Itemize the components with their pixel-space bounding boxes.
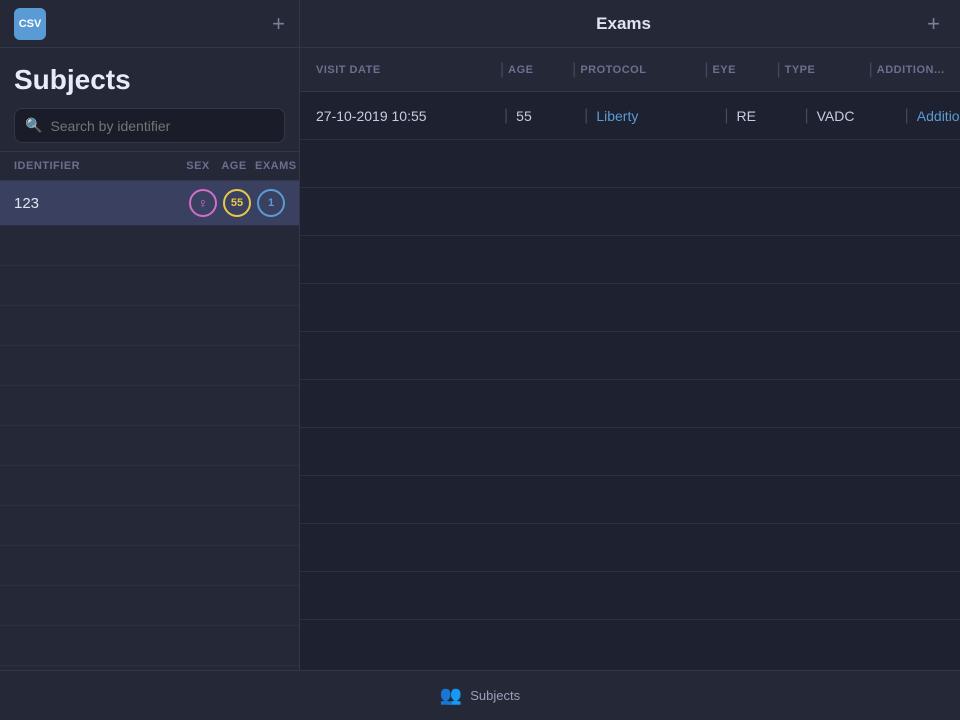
empty-exam-row	[300, 476, 960, 524]
cell-protocol: Liberty	[596, 108, 716, 124]
col-sex-header: SEX	[183, 160, 213, 172]
list-item[interactable]: 123 ♀ 55 1	[0, 181, 299, 226]
row-sep1: |	[504, 107, 508, 125]
row-sep5: |	[905, 107, 909, 125]
empty-row	[0, 506, 299, 546]
empty-row	[0, 386, 299, 426]
cell-type: VADC	[817, 108, 897, 124]
badge-age: 55	[223, 189, 251, 217]
table-row[interactable]: 27-10-2019 10:55 | 55 | Liberty | RE | V…	[300, 92, 960, 140]
col-exams-header: EXAMS	[255, 160, 285, 172]
empty-row	[0, 626, 299, 666]
search-icon: 🔍	[25, 117, 42, 134]
top-bar: CSV + Exams +	[0, 0, 960, 48]
subject-badges: ♀ 55 1	[189, 189, 285, 217]
sidebar-header: Subjects 🔍	[0, 48, 299, 151]
empty-exam-row	[300, 236, 960, 284]
cell-additional: Additional	[917, 108, 960, 124]
col-identifier-header: IDENTIFIER	[14, 160, 183, 172]
search-bar[interactable]: 🔍	[14, 108, 285, 143]
search-input[interactable]	[50, 118, 274, 134]
sidebar-table-header: IDENTIFIER SEX AGE EXAMS	[0, 151, 299, 181]
col-age-header: AGE	[219, 160, 249, 172]
empty-exam-row	[300, 524, 960, 572]
logo-icon: CSV	[14, 8, 46, 40]
sex-symbol: ♀	[198, 195, 209, 211]
empty-row	[0, 426, 299, 466]
col-badges-header: SEX AGE EXAMS	[183, 160, 285, 172]
exams-panel: VISIT DATE | AGE | PROTOCOL | EYE | TYPE…	[300, 48, 960, 670]
col-visit-date-header: VISIT DATE	[316, 64, 496, 76]
top-bar-right: Exams +	[300, 0, 960, 47]
cell-eye: RE	[736, 108, 796, 124]
sep4: |	[776, 61, 780, 79]
empty-exam-row	[300, 332, 960, 380]
sep5: |	[869, 61, 873, 79]
top-bar-left: CSV +	[0, 0, 300, 47]
sep2: |	[572, 61, 576, 79]
empty-row	[0, 266, 299, 306]
main-content: Subjects 🔍 IDENTIFIER SEX AGE EXAMS 123 …	[0, 48, 960, 670]
empty-exam-row	[300, 380, 960, 428]
empty-row	[0, 546, 299, 586]
col-additional-header: ADDITION...	[877, 64, 960, 76]
bottom-bar: 👥 Subjects	[0, 670, 960, 720]
sidebar-title: Subjects	[14, 64, 285, 96]
empty-exam-row	[300, 140, 960, 188]
badge-sex: ♀	[189, 189, 217, 217]
empty-row	[0, 466, 299, 506]
bottom-bar-label: Subjects	[470, 688, 520, 703]
add-subject-button[interactable]: +	[272, 13, 285, 35]
sidebar: Subjects 🔍 IDENTIFIER SEX AGE EXAMS 123 …	[0, 48, 300, 670]
subjects-icon: 👥	[440, 685, 462, 706]
empty-exam-row	[300, 188, 960, 236]
row-sep2: |	[584, 107, 588, 125]
empty-row	[0, 226, 299, 266]
empty-exam-row	[300, 428, 960, 476]
col-age-header: AGE	[508, 64, 568, 76]
exams-table-header: VISIT DATE | AGE | PROTOCOL | EYE | TYPE…	[300, 48, 960, 92]
sep1: |	[500, 61, 504, 79]
col-protocol-header: PROTOCOL	[580, 64, 700, 76]
empty-row	[0, 306, 299, 346]
sidebar-list: 123 ♀ 55 1	[0, 181, 299, 670]
cell-age: 55	[516, 108, 576, 124]
cell-visit-date: 27-10-2019 10:55	[316, 108, 496, 124]
row-sep4: |	[804, 107, 808, 125]
empty-exam-row	[300, 572, 960, 620]
exams-title: Exams	[320, 14, 927, 34]
empty-exam-rows	[300, 140, 960, 670]
empty-row	[0, 346, 299, 386]
col-eye-header: EYE	[712, 64, 772, 76]
row-sep3: |	[724, 107, 728, 125]
subject-identifier: 123	[14, 195, 189, 212]
badge-exams: 1	[257, 189, 285, 217]
col-type-header: TYPE	[785, 64, 865, 76]
empty-exam-row	[300, 284, 960, 332]
sep3: |	[704, 61, 708, 79]
empty-row	[0, 586, 299, 626]
add-exam-button[interactable]: +	[927, 11, 940, 37]
